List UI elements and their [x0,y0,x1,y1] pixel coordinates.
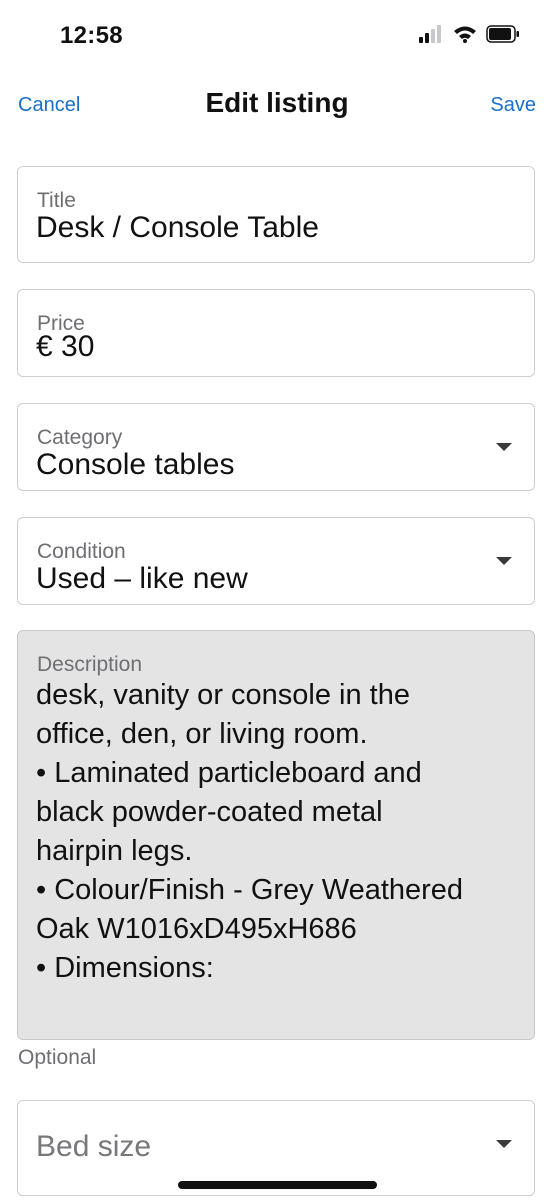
description-line: • Dimensions: [36,952,214,984]
signal-bars-icon [419,25,441,43]
category-label: Category [37,426,123,449]
chevron-down-icon[interactable] [496,1140,512,1148]
save-button[interactable]: Save [490,94,536,117]
description-line: • Colour/Finish - Grey Weathered [36,874,464,906]
description-line: Oak W1016xD495xH686 [36,913,357,945]
navigation-bar: Cancel Edit listing Save [0,72,554,136]
description-text[interactable]: desk, vanity or console in the office, d… [36,676,522,988]
title-label: Title [37,189,76,212]
description-line: black powder-coated metal [36,796,383,828]
price-value[interactable]: € 30 [36,330,94,364]
description-line: office, den, or living room. [36,718,368,750]
description-helper-text: Optional [18,1046,97,1069]
bed-size-placeholder: Bed size [36,1130,152,1163]
description-line: • Laminated particleboard and [36,757,422,789]
chevron-down-icon[interactable] [496,443,512,451]
title-value[interactable]: Desk / Console Table [36,211,319,245]
category-value: Console tables [36,448,235,481]
status-icons [418,25,520,43]
description-line: hairpin legs. [36,835,193,867]
price-field[interactable]: Price € 30 [17,289,535,377]
wifi-icon [454,26,476,43]
description-line: desk, vanity or console in the [36,679,410,711]
condition-select[interactable]: Condition Used – like new [17,517,535,605]
home-indicator [178,1181,377,1189]
status-bar: 12:58 [0,0,554,72]
title-field[interactable]: Title Desk / Console Table [17,166,535,263]
condition-value: Used – like new [36,562,248,595]
page-title: Edit listing [205,87,349,118]
description-textarea[interactable]: Description desk, vanity or console in t… [17,630,535,1040]
chevron-down-icon[interactable] [496,557,512,565]
condition-label: Condition [37,540,126,563]
status-time: 12:58 [60,22,123,49]
category-select[interactable]: Category Console tables [17,403,535,491]
description-label: Description [37,653,143,676]
battery-icon [486,25,519,43]
